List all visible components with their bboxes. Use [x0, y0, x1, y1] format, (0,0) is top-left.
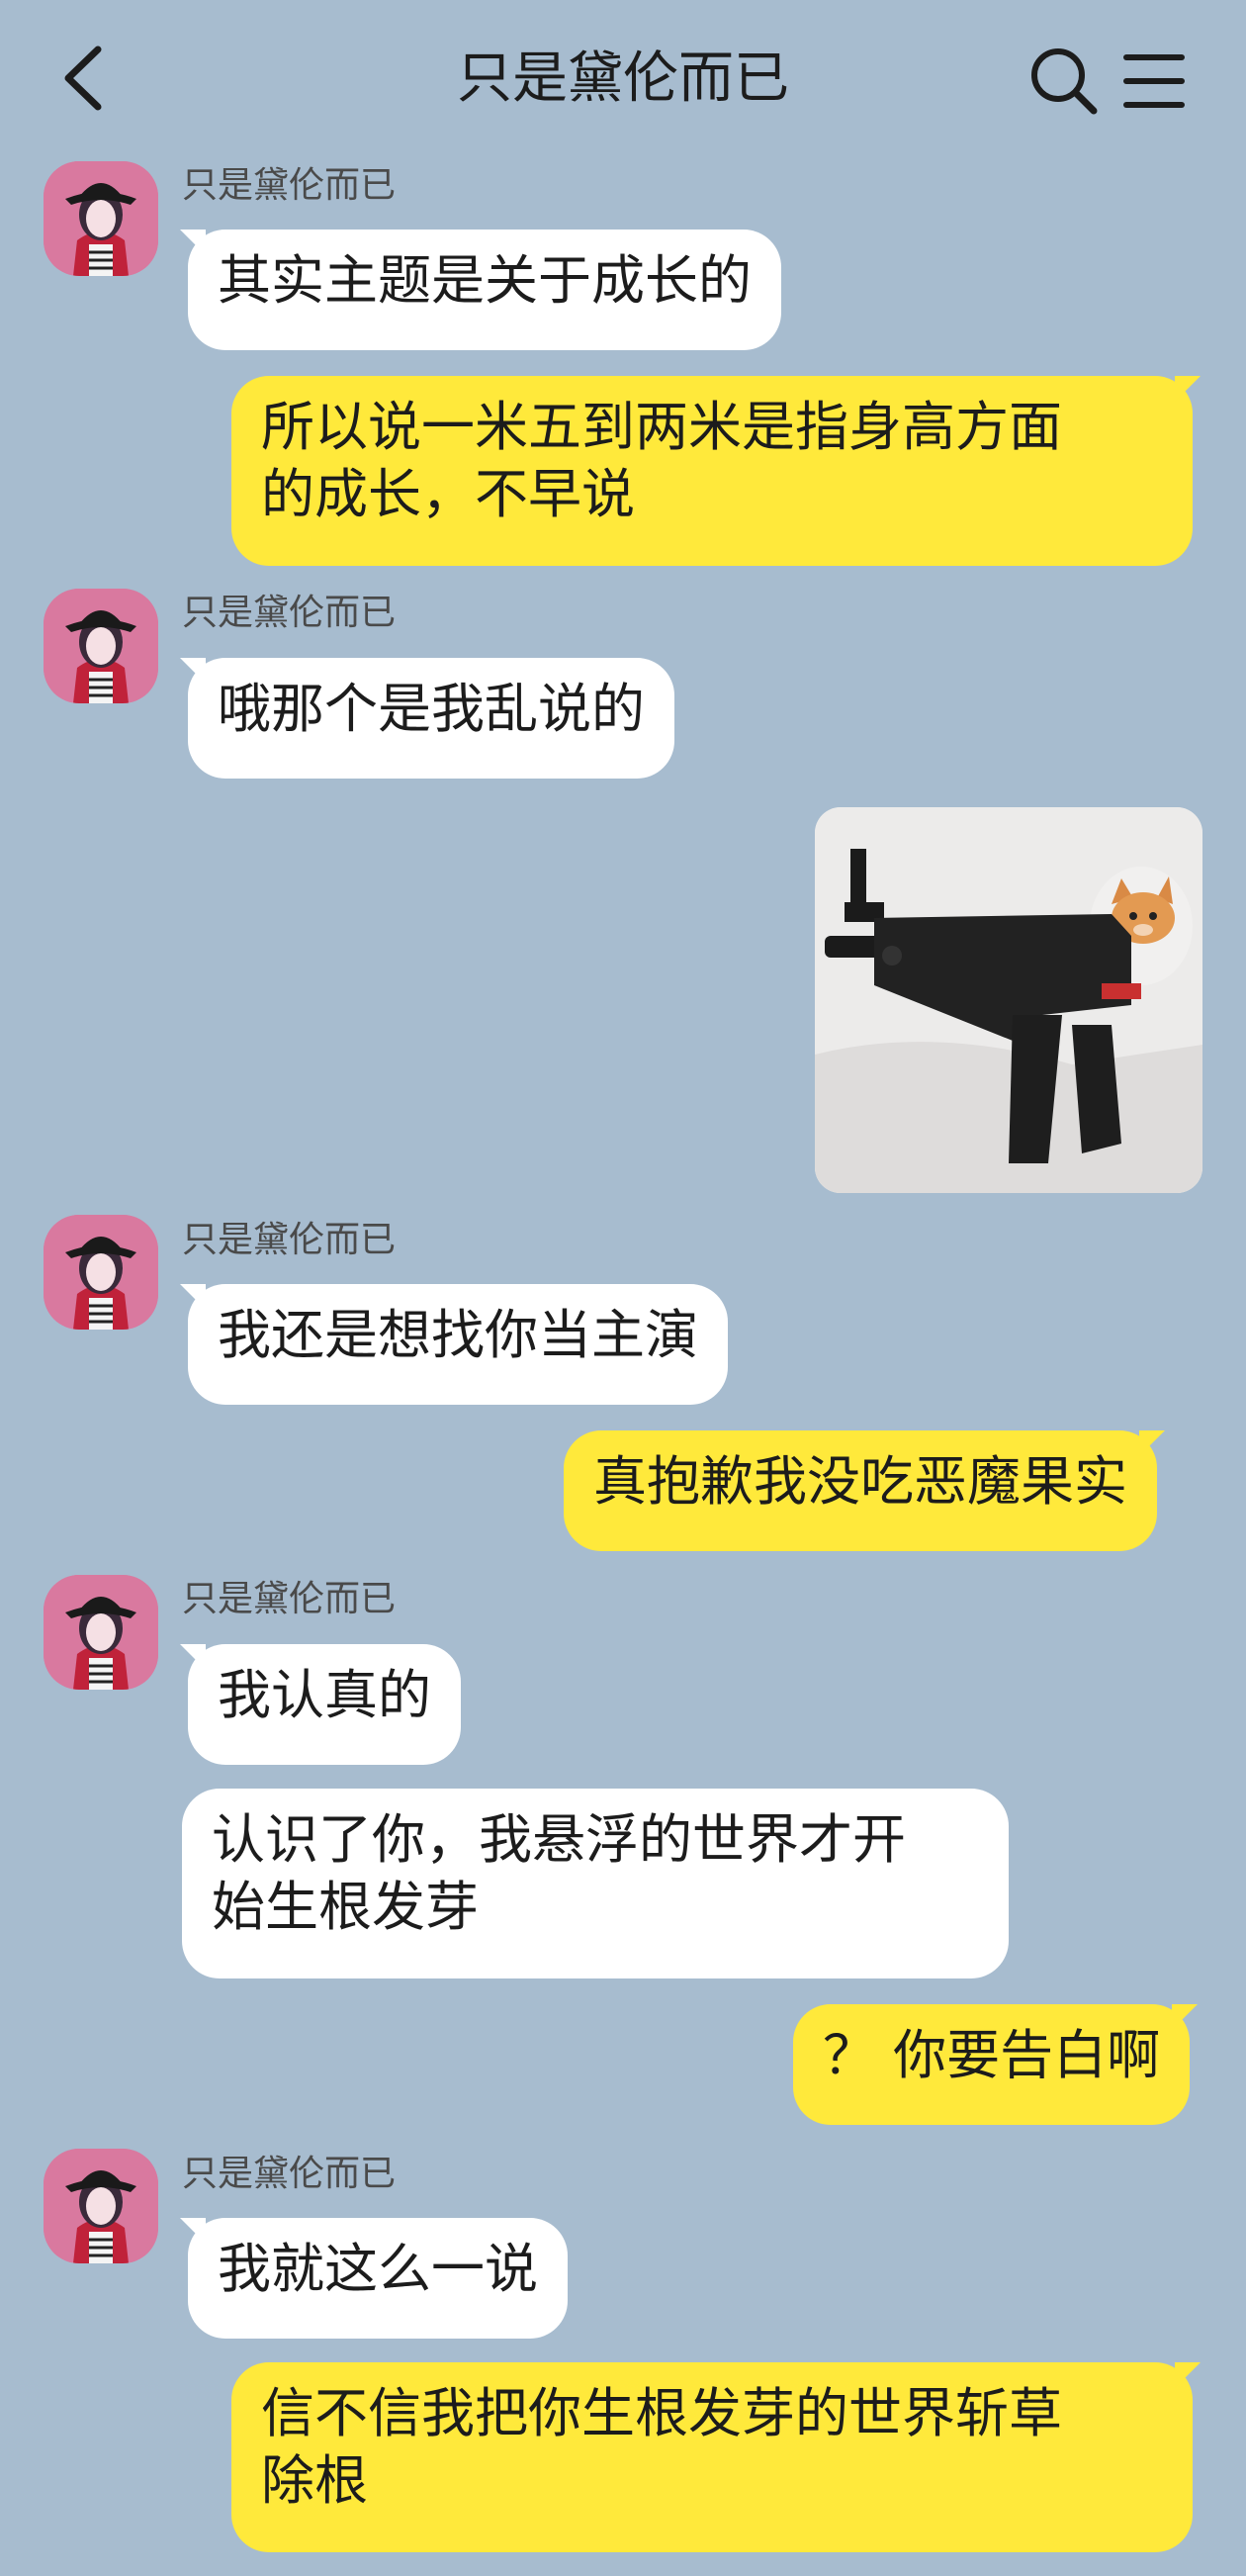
sender-name: 只是黛伦而已 — [182, 1579, 397, 1619]
contact-avatar[interactable] — [44, 1575, 158, 1690]
incoming-message[interactable]: 我还是想找你当主演 — [180, 1284, 728, 1405]
contact-avatar[interactable] — [44, 589, 158, 703]
incoming-message[interactable]: 其实主题是关于成长的 — [180, 230, 781, 350]
contact-avatar[interactable] — [44, 1215, 158, 1330]
incoming-message[interactable]: 我就这么一说 — [180, 2218, 568, 2339]
incoming-message[interactable]: 认识了你，我悬浮的世界才开 始生根发芽 — [182, 1789, 1009, 1978]
message-line: 所以说一米五到两米是指身高方面 — [261, 396, 1062, 458]
message-line: 信不信我把你生根发芽的世界斩草 — [261, 2382, 1062, 2444]
message-line: 始生根发芽 — [212, 1876, 479, 1938]
incoming-message[interactable]: 我认真的 — [180, 1644, 461, 1765]
sender-name: 只是黛伦而已 — [182, 2154, 397, 2194]
message-line: 认识了你，我悬浮的世界才开 — [212, 1808, 906, 1871]
contact-avatar[interactable] — [44, 2149, 158, 2263]
sender-name: 只是黛伦而已 — [182, 1220, 397, 1260]
search-button[interactable] — [1026, 44, 1100, 117]
contact-avatar[interactable] — [44, 161, 158, 276]
message-line: 的成长，不早说 — [261, 463, 635, 525]
sender-name: 只是黛伦而已 — [182, 593, 397, 633]
message-line: 除根 — [261, 2449, 368, 2512]
outgoing-message[interactable]: 真抱歉我没吃恶魔果实 — [564, 1430, 1165, 1551]
outgoing-message[interactable]: 信不信我把你生根发芽的世界斩草 除根 — [231, 2362, 1201, 2552]
menu-icon — [1123, 54, 1185, 108]
menu-button[interactable] — [1122, 49, 1186, 113]
outgoing-message[interactable]: ？ 你要告白啊 — [793, 2004, 1199, 2125]
sender-name: 只是黛伦而已 — [182, 165, 397, 206]
chat-header: 只是黛伦而已 — [0, 0, 1246, 163]
incoming-message[interactable]: 哦那个是我乱说的 — [180, 658, 674, 779]
toy-gun-with-cat-photo[interactable] — [815, 807, 1202, 1193]
outgoing-message[interactable]: 所以说一米五到两米是指身高方面 的成长，不早说 — [231, 376, 1201, 566]
search-icon — [1031, 48, 1098, 115]
